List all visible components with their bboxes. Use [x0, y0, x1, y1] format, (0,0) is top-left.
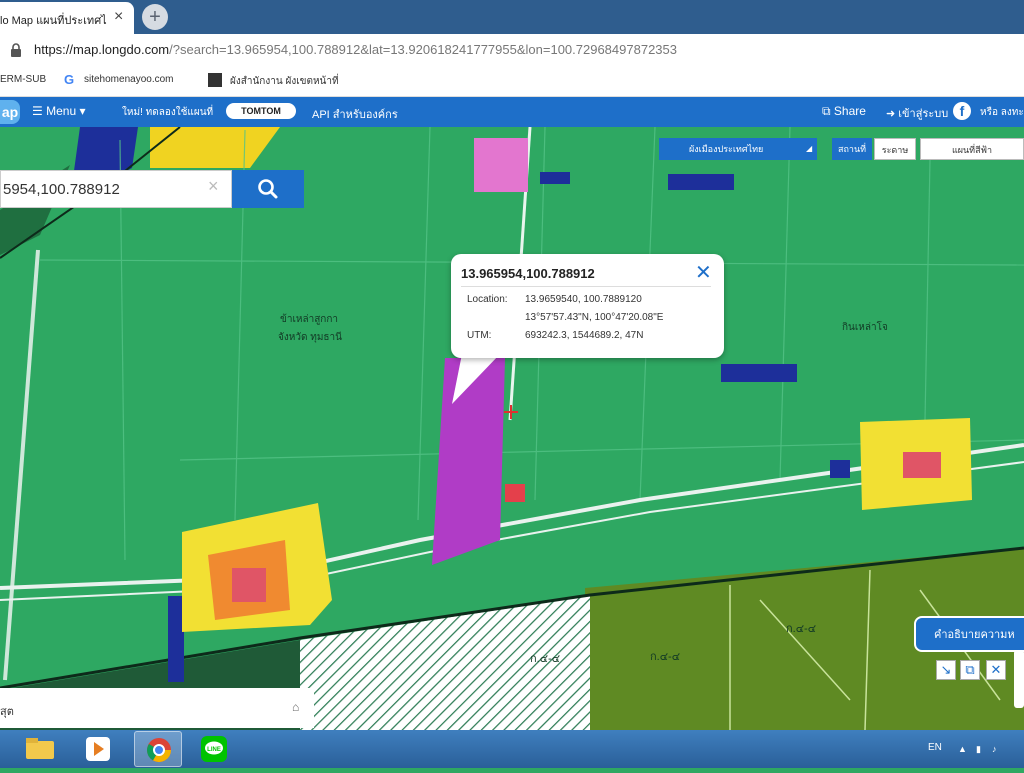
share-icon: ⧉ [822, 104, 834, 118]
location-decimal: 13.9659540, 100.7889120 [525, 294, 642, 305]
tab-close-icon[interactable]: × [114, 8, 123, 26]
zone-red-small [505, 484, 525, 502]
line-taskbar-button[interactable]: LINE [190, 731, 238, 767]
hamburger-icon: ☰ [32, 104, 47, 118]
url-host: https://map.longdo.com [34, 42, 170, 57]
lock-icon [11, 43, 21, 57]
bookmarks-bar: ERM-SUB G sitehomenayoo.com ผังสำนักงาน … [0, 66, 1024, 97]
bookmark-favicon-icon [208, 73, 222, 87]
zone-navy-1 [540, 172, 570, 184]
search-input[interactable] [0, 170, 232, 208]
chrome-icon [147, 738, 171, 763]
home-icon[interactable]: ⌂ [292, 700, 299, 714]
zone-code-c: ก.๔-๔ [786, 623, 816, 635]
media-player-taskbar-button[interactable] [74, 731, 122, 767]
register-link[interactable]: หรือ ลงทะ [980, 105, 1024, 120]
zone-code-b: ก.๔-๔ [650, 651, 680, 663]
bottom-panel: สุต ⌂ [0, 688, 314, 728]
app-navbar: ap ☰ Menu ▾ ใหม่! ทดลองใช้แผนที่ TOMTOM … [0, 97, 1024, 127]
place-select[interactable]: ระดาษ [874, 138, 916, 160]
media-player-icon [86, 737, 110, 761]
utm-value: 693242.3, 1544689.2, 47N [525, 330, 644, 341]
svg-text:LINE: LINE [207, 747, 221, 753]
zone-navy-2 [668, 174, 734, 190]
location-popup: 13.965954,100.788912 ✕ Location: 13.9659… [451, 254, 724, 358]
facebook-icon[interactable]: f [953, 102, 971, 120]
zone-red-town-right [903, 452, 941, 478]
zone-pink-parcel [474, 138, 528, 192]
browser-tabstrip: lo Map แผนที่ประเทศไ × + [0, 0, 1024, 34]
explorer-taskbar-button[interactable] [16, 731, 64, 767]
panel-scrollbar[interactable] [1014, 650, 1024, 708]
location-label: Location: [467, 294, 508, 305]
promo-text[interactable]: ใหม่! ทดลองใช้แผนที่ [122, 105, 213, 120]
browser-tab[interactable]: lo Map แผนที่ประเทศไ × [0, 2, 134, 34]
tray-expand-icon[interactable]: ▲ [958, 744, 967, 754]
zone-navy-3 [721, 364, 797, 382]
url-text[interactable]: https://map.longdo.com/?search=13.965954… [34, 42, 677, 57]
chrome-taskbar-button[interactable] [134, 731, 182, 767]
legend-button[interactable]: คำอธิบายความห [914, 616, 1024, 652]
network-icon[interactable]: ▮ [976, 744, 981, 755]
popup-close-icon[interactable]: ✕ [695, 260, 712, 285]
volume-icon[interactable]: ♪ [992, 744, 997, 754]
folder-icon [26, 738, 54, 759]
search-button[interactable] [232, 170, 304, 208]
url-path: /?search=13.965954,100.788912&lat=13.920… [169, 42, 677, 57]
language-indicator[interactable]: EN [928, 742, 942, 753]
chevron-down-icon: ◢ [806, 144, 813, 153]
route-tool-icon[interactable]: ↘ [936, 660, 956, 680]
taskbar: LINE EN ▲ ▮ ♪ [0, 730, 1024, 768]
login-icon: ➜ [886, 108, 899, 120]
address-bar[interactable]: https://map.longdo.com/?search=13.965954… [0, 34, 1024, 67]
tab-title: lo Map แผนที่ประเทศไ [0, 15, 107, 27]
login-button[interactable]: ➜ เข้าสู่ระบบ [886, 104, 948, 122]
layer-select[interactable]: ผังเมืองประเทศไทย [659, 138, 817, 160]
popup-title: 13.965954,100.788912 [461, 266, 595, 281]
login-label: เข้าสู่ระบบ [898, 108, 949, 120]
bookmark-office[interactable]: ผังสำนักงาน ผังเขตหน้าที่ [230, 74, 339, 89]
map-type-select[interactable]: แผนที่สีฟ้า [920, 138, 1024, 160]
utm-label: UTM: [467, 330, 492, 341]
close-tool-icon[interactable]: ✕ [986, 660, 1006, 680]
menu-button[interactable]: ☰ Menu ▾ [32, 104, 85, 118]
new-tab-button[interactable]: + [142, 4, 168, 30]
api-link[interactable]: API สำหรับองค์กร [312, 105, 398, 123]
search-icon [258, 179, 278, 199]
search-clear-icon[interactable]: × [208, 176, 219, 197]
tomtom-badge[interactable]: TOMTOM [226, 103, 296, 119]
place-label: สถานที่ [832, 138, 872, 160]
zone-navy-5 [830, 460, 850, 478]
map-canvas[interactable]: ข้าเหล่าสูกกา จังหวัด ทุมธานี กินเหล่าโจ… [0, 127, 1024, 730]
copy-tool-icon[interactable]: ⧉ [960, 660, 980, 680]
location-dms: 13°57'57.43"N, 100°47'20.08"E [525, 312, 664, 323]
menu-label: Menu ▾ [46, 104, 86, 118]
area-label-right: กินเหล่าโจ [842, 320, 888, 333]
bottom-panel-text: สุต [0, 706, 14, 718]
popup-divider [461, 286, 711, 287]
share-label: Share [833, 104, 866, 118]
zone-code-a: ก.๔-๔ [530, 653, 560, 665]
area-label-left-2: จังหวัด ทุมธานี [278, 331, 342, 343]
google-icon: G [64, 72, 75, 87]
zone-red-town-left [232, 568, 266, 602]
line-app-icon: LINE [201, 736, 227, 762]
longdo-logo[interactable]: ap [0, 100, 20, 124]
bookmark-erm-sub[interactable]: ERM-SUB [0, 74, 46, 85]
share-button[interactable]: ⧉ Share [822, 104, 866, 119]
zone-navy-4 [168, 596, 184, 682]
area-label-left-1: ข้าเหล่าสูกกา [280, 313, 338, 325]
bookmark-sitehomenayoo[interactable]: sitehomenayoo.com [84, 74, 174, 85]
